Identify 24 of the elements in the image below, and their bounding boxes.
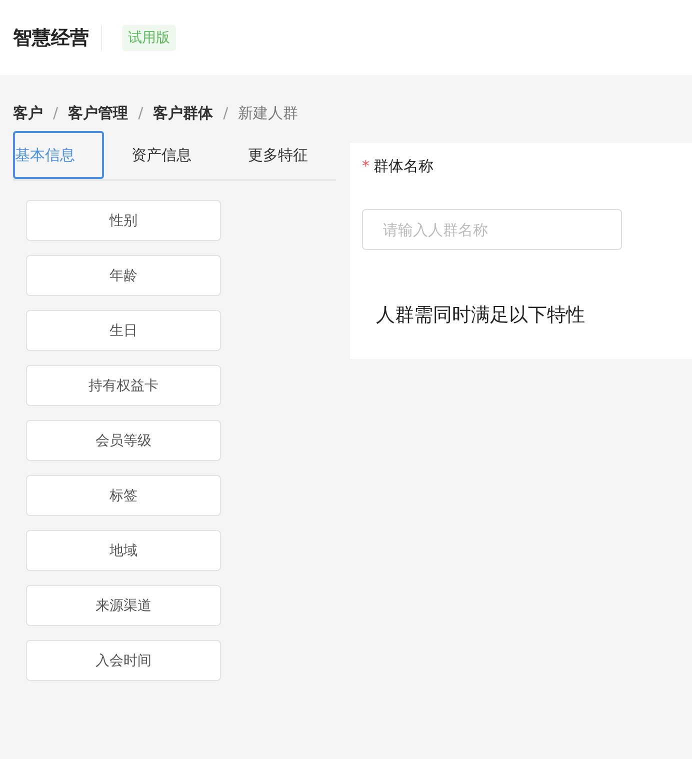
feature-button[interactable]: 会员等级 bbox=[26, 420, 221, 461]
feature-button[interactable]: 来源渠道 bbox=[26, 585, 221, 626]
app-title: 智慧经营 bbox=[13, 24, 102, 50]
breadcrumb-separator: / bbox=[138, 104, 144, 122]
tab[interactable]: 资产信息 bbox=[104, 131, 220, 179]
field-label: 群体名称 bbox=[374, 157, 434, 176]
required-mark: * bbox=[362, 157, 370, 176]
input-field[interactable]: 请输入人群名称 bbox=[362, 209, 622, 250]
breadcrumb-item[interactable]: 客户群体 bbox=[153, 104, 214, 122]
feature-button[interactable]: 地域 bbox=[26, 530, 221, 571]
breadcrumb-item[interactable]: 客户 bbox=[13, 104, 43, 122]
breadcrumb-separator: / bbox=[53, 104, 58, 122]
breadcrumb-item[interactable]: 客户管理 bbox=[68, 104, 128, 122]
feature-button[interactable]: 性别 bbox=[26, 200, 221, 241]
feature-button[interactable]: 持有权益卡 bbox=[26, 365, 221, 406]
trial-badge: 试用版 bbox=[122, 24, 176, 50]
condition-heading: 人群需同时满足以下特性 bbox=[376, 303, 586, 328]
tab[interactable]: 更多特征 bbox=[220, 131, 336, 179]
breadcrumb-item: 新建人群 bbox=[238, 104, 298, 122]
feature-button[interactable]: 入会时间 bbox=[26, 640, 221, 681]
breadcrumb-separator: / bbox=[223, 104, 228, 122]
feature-button[interactable]: 标签 bbox=[26, 475, 221, 516]
feature-button[interactable]: 生日 bbox=[26, 310, 221, 351]
feature-button[interactable]: 年龄 bbox=[26, 255, 221, 296]
